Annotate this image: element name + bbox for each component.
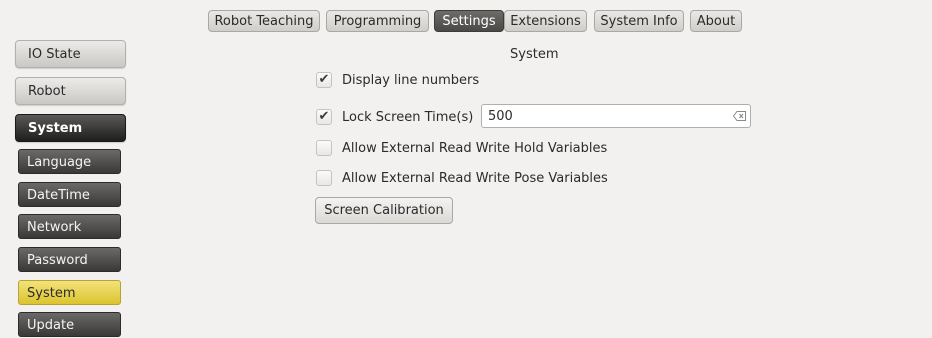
tab-programming[interactable]: Programming <box>326 10 429 32</box>
option-label: Display line numbers <box>342 72 480 88</box>
sidebar-subitem-password[interactable]: Password <box>18 247 121 272</box>
screen-calibration-button[interactable]: Screen Calibration <box>315 197 453 224</box>
display-line-numbers-checkbox[interactable]: ✔ <box>316 72 332 88</box>
section-title: System <box>510 47 559 62</box>
sidebar-subitem-datetime[interactable]: DateTime <box>18 182 121 207</box>
sidebar-item-io-state[interactable]: IO State <box>15 40 126 68</box>
tab-system-info[interactable]: System Info <box>594 10 684 32</box>
option-lock-screen-time: ✔ Lock Screen Time(s) <box>316 107 473 127</box>
lock-screen-time-input[interactable] <box>481 104 751 128</box>
option-label: Lock Screen Time(s) <box>342 109 474 125</box>
allow-pose-variables-checkbox[interactable] <box>316 170 332 186</box>
sidebar-item-system[interactable]: System <box>15 114 126 142</box>
sidebar-subitem-system[interactable]: System <box>18 280 121 305</box>
allow-hold-variables-checkbox[interactable] <box>316 140 332 156</box>
tab-about[interactable]: About <box>690 10 742 32</box>
tab-extensions[interactable]: Extensions <box>504 10 587 32</box>
sidebar-item-robot[interactable]: Robot <box>15 77 126 105</box>
option-allow-hold-variables: Allow External Read Write Hold Variables <box>316 138 607 158</box>
option-label: Allow External Read Write Pose Variables <box>342 170 608 186</box>
sidebar-subitem-update[interactable]: Update <box>18 312 121 337</box>
tab-settings[interactable]: Settings <box>434 10 504 32</box>
option-display-line-numbers: ✔ Display line numbers <box>316 70 479 90</box>
clear-input-icon[interactable] <box>733 111 746 121</box>
tab-robot-teaching[interactable]: Robot Teaching <box>208 10 320 32</box>
option-allow-pose-variables: Allow External Read Write Pose Variables <box>316 168 608 188</box>
option-label: Allow External Read Write Hold Variables <box>342 140 608 156</box>
lock-screen-time-checkbox[interactable]: ✔ <box>316 109 332 125</box>
sidebar-subitem-network[interactable]: Network <box>18 214 121 239</box>
sidebar-subitem-language[interactable]: Language <box>18 149 121 174</box>
